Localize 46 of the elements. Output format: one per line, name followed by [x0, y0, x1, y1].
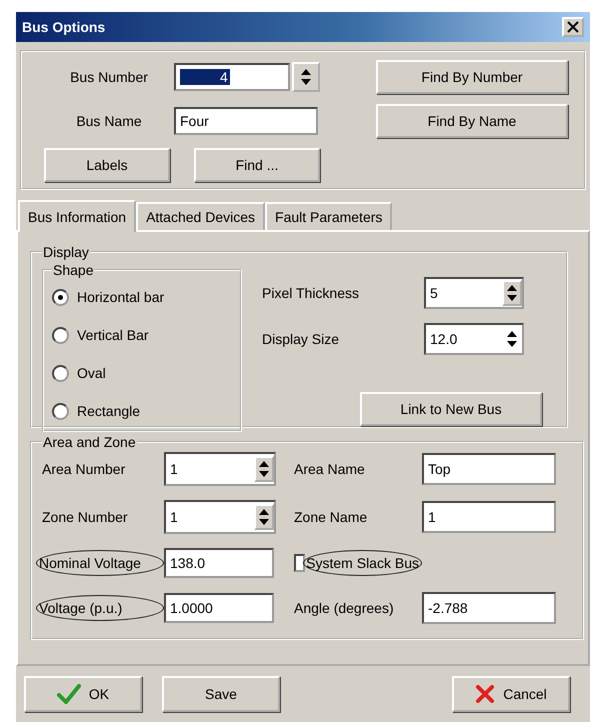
- close-icon: [566, 21, 580, 33]
- cancel-button[interactable]: Cancel: [452, 676, 570, 712]
- window-title: Bus Options: [22, 19, 106, 35]
- field-label: Area Name: [294, 461, 366, 477]
- field-label: Zone Name: [294, 509, 368, 525]
- find-button[interactable]: Find ...: [194, 148, 320, 182]
- plain-button[interactable]: Save: [162, 676, 280, 712]
- bus-number-field[interactable]: 4: [174, 63, 290, 91]
- angle-field[interactable]: -2.788: [422, 592, 556, 624]
- checkmark-icon: [56, 684, 81, 704]
- group-title: Display: [42, 244, 90, 260]
- radio-option[interactable]: Rectangle: [52, 392, 232, 430]
- voltage-field[interactable]: 1.0000: [164, 593, 274, 623]
- radio-option[interactable]: Vertical Bar: [52, 316, 232, 354]
- field-label: Display Size: [262, 331, 340, 347]
- close-button[interactable]: [562, 17, 584, 37]
- link-to-new-bus-button[interactable]: Link to New Bus: [360, 392, 542, 426]
- field-label: Pixel Thickness: [262, 285, 360, 301]
- radio-option[interactable]: Horizontal bar: [52, 278, 232, 316]
- field-label: Area Number: [42, 461, 126, 477]
- display-size-field[interactable]: 12.0: [424, 323, 524, 355]
- find-by-name-button[interactable]: Find By Name: [376, 104, 568, 138]
- group-title: Area and Zone: [42, 434, 137, 450]
- field-label: Zone Number: [42, 509, 129, 525]
- area-number-field[interactable]: 1: [164, 452, 276, 486]
- tab[interactable]: Attached Devices: [136, 202, 266, 230]
- field-label: Angle (degrees): [294, 600, 395, 616]
- find-by-number-button[interactable]: Find By Number: [376, 60, 568, 94]
- tab[interactable]: Bus Information: [18, 200, 136, 232]
- spinner-icon[interactable]: [292, 62, 320, 92]
- ok-button[interactable]: OK: [24, 676, 142, 712]
- area-name-field[interactable]: Top: [422, 453, 556, 485]
- zone-name-field[interactable]: 1: [422, 501, 556, 533]
- checkbox-label: System Slack Bus: [303, 550, 422, 576]
- cross-icon: [475, 684, 496, 704]
- tab[interactable]: Fault Parameters: [265, 202, 392, 230]
- nominal-voltage-field[interactable]: 138.0: [164, 548, 274, 578]
- field-label: Bus Name: [75, 113, 143, 129]
- checkbox[interactable]: [294, 554, 306, 572]
- labels-button[interactable]: Labels: [44, 148, 170, 182]
- field-label: Bus Number: [69, 69, 149, 85]
- radio-option[interactable]: Oval: [52, 354, 232, 392]
- pixel-thickness-field[interactable]: 5: [424, 277, 524, 309]
- bus-name-field[interactable]: Four: [174, 107, 318, 135]
- zone-number-field[interactable]: 1: [164, 500, 276, 534]
- group-title: Shape: [52, 262, 94, 278]
